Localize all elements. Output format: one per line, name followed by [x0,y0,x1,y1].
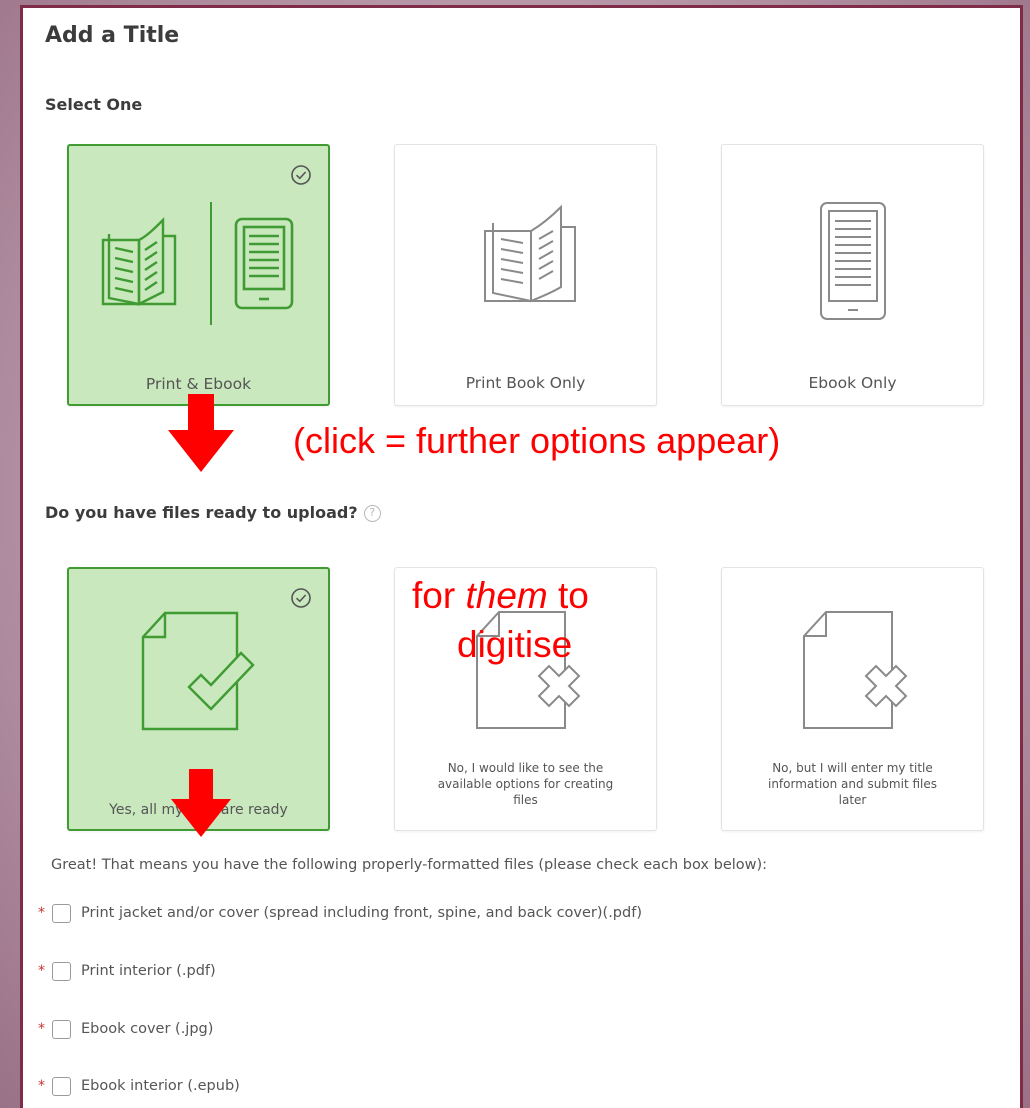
ereader-icon [820,202,886,320]
option-label: Ebook Only [808,374,897,392]
page-title: Add a Title [45,23,180,48]
check-circle-icon [291,165,311,185]
select-one-label: Select One [45,95,143,114]
document-check-icon [141,611,255,731]
required-marker: * [38,1078,45,1094]
annotation-click-note: (click = further options appear) [293,420,781,461]
option-submit-later[interactable]: No, but I will enter my title informatio… [721,567,984,831]
files-question-label: Do you have files ready to upload?? [45,503,381,522]
help-icon[interactable]: ? [363,505,381,522]
option-label: No, but I will enter my title informatio… [767,761,937,807]
annotation-for-them: for them to [412,575,589,616]
document-x-icon [803,611,908,729]
file-item-label: Print jacket and/or cover (spread includ… [81,905,642,921]
file-item-print-interior: * Print interior (.pdf) [38,960,216,982]
file-item-ebook-cover: * Ebook cover (.jpg) [38,1018,213,1040]
required-marker: * [38,963,45,979]
open-book-icon [101,217,177,306]
files-intro-text: Great! That means you have the following… [51,857,768,873]
divider [210,202,212,325]
option-label: Print & Ebook [145,375,252,393]
red-down-arrow-icon [168,394,234,472]
option-ebook-only[interactable]: Ebook Only [721,144,984,406]
ereader-icon [234,217,294,310]
checkbox[interactable] [52,903,71,923]
annotation-digitise: digitise [457,624,573,665]
checkbox[interactable] [52,961,71,981]
open-book-icon [484,204,576,303]
checkbox[interactable] [52,1019,71,1039]
file-item-ebook-interior: * Ebook interior (.epub) [38,1075,240,1097]
file-item-label: Ebook cover (.jpg) [81,1021,214,1037]
option-label: Print Book Only [465,374,586,392]
checkbox[interactable] [52,1076,71,1096]
file-item-print-cover: * Print jacket and/or cover (spread incl… [38,902,642,924]
required-marker: * [38,1021,45,1037]
file-item-label: Ebook interior (.epub) [81,1078,240,1094]
files-question-text: Do you have files ready to upload? [45,503,358,522]
option-print-and-ebook[interactable]: Print & Ebook [67,144,330,406]
file-item-label: Print interior (.pdf) [81,963,216,979]
red-down-arrow-icon [171,769,231,837]
required-marker: * [38,905,45,921]
check-circle-icon [291,588,311,608]
option-label: No, I would like to see the available op… [437,761,614,807]
option-print-book-only[interactable]: Print Book Only [394,144,657,406]
